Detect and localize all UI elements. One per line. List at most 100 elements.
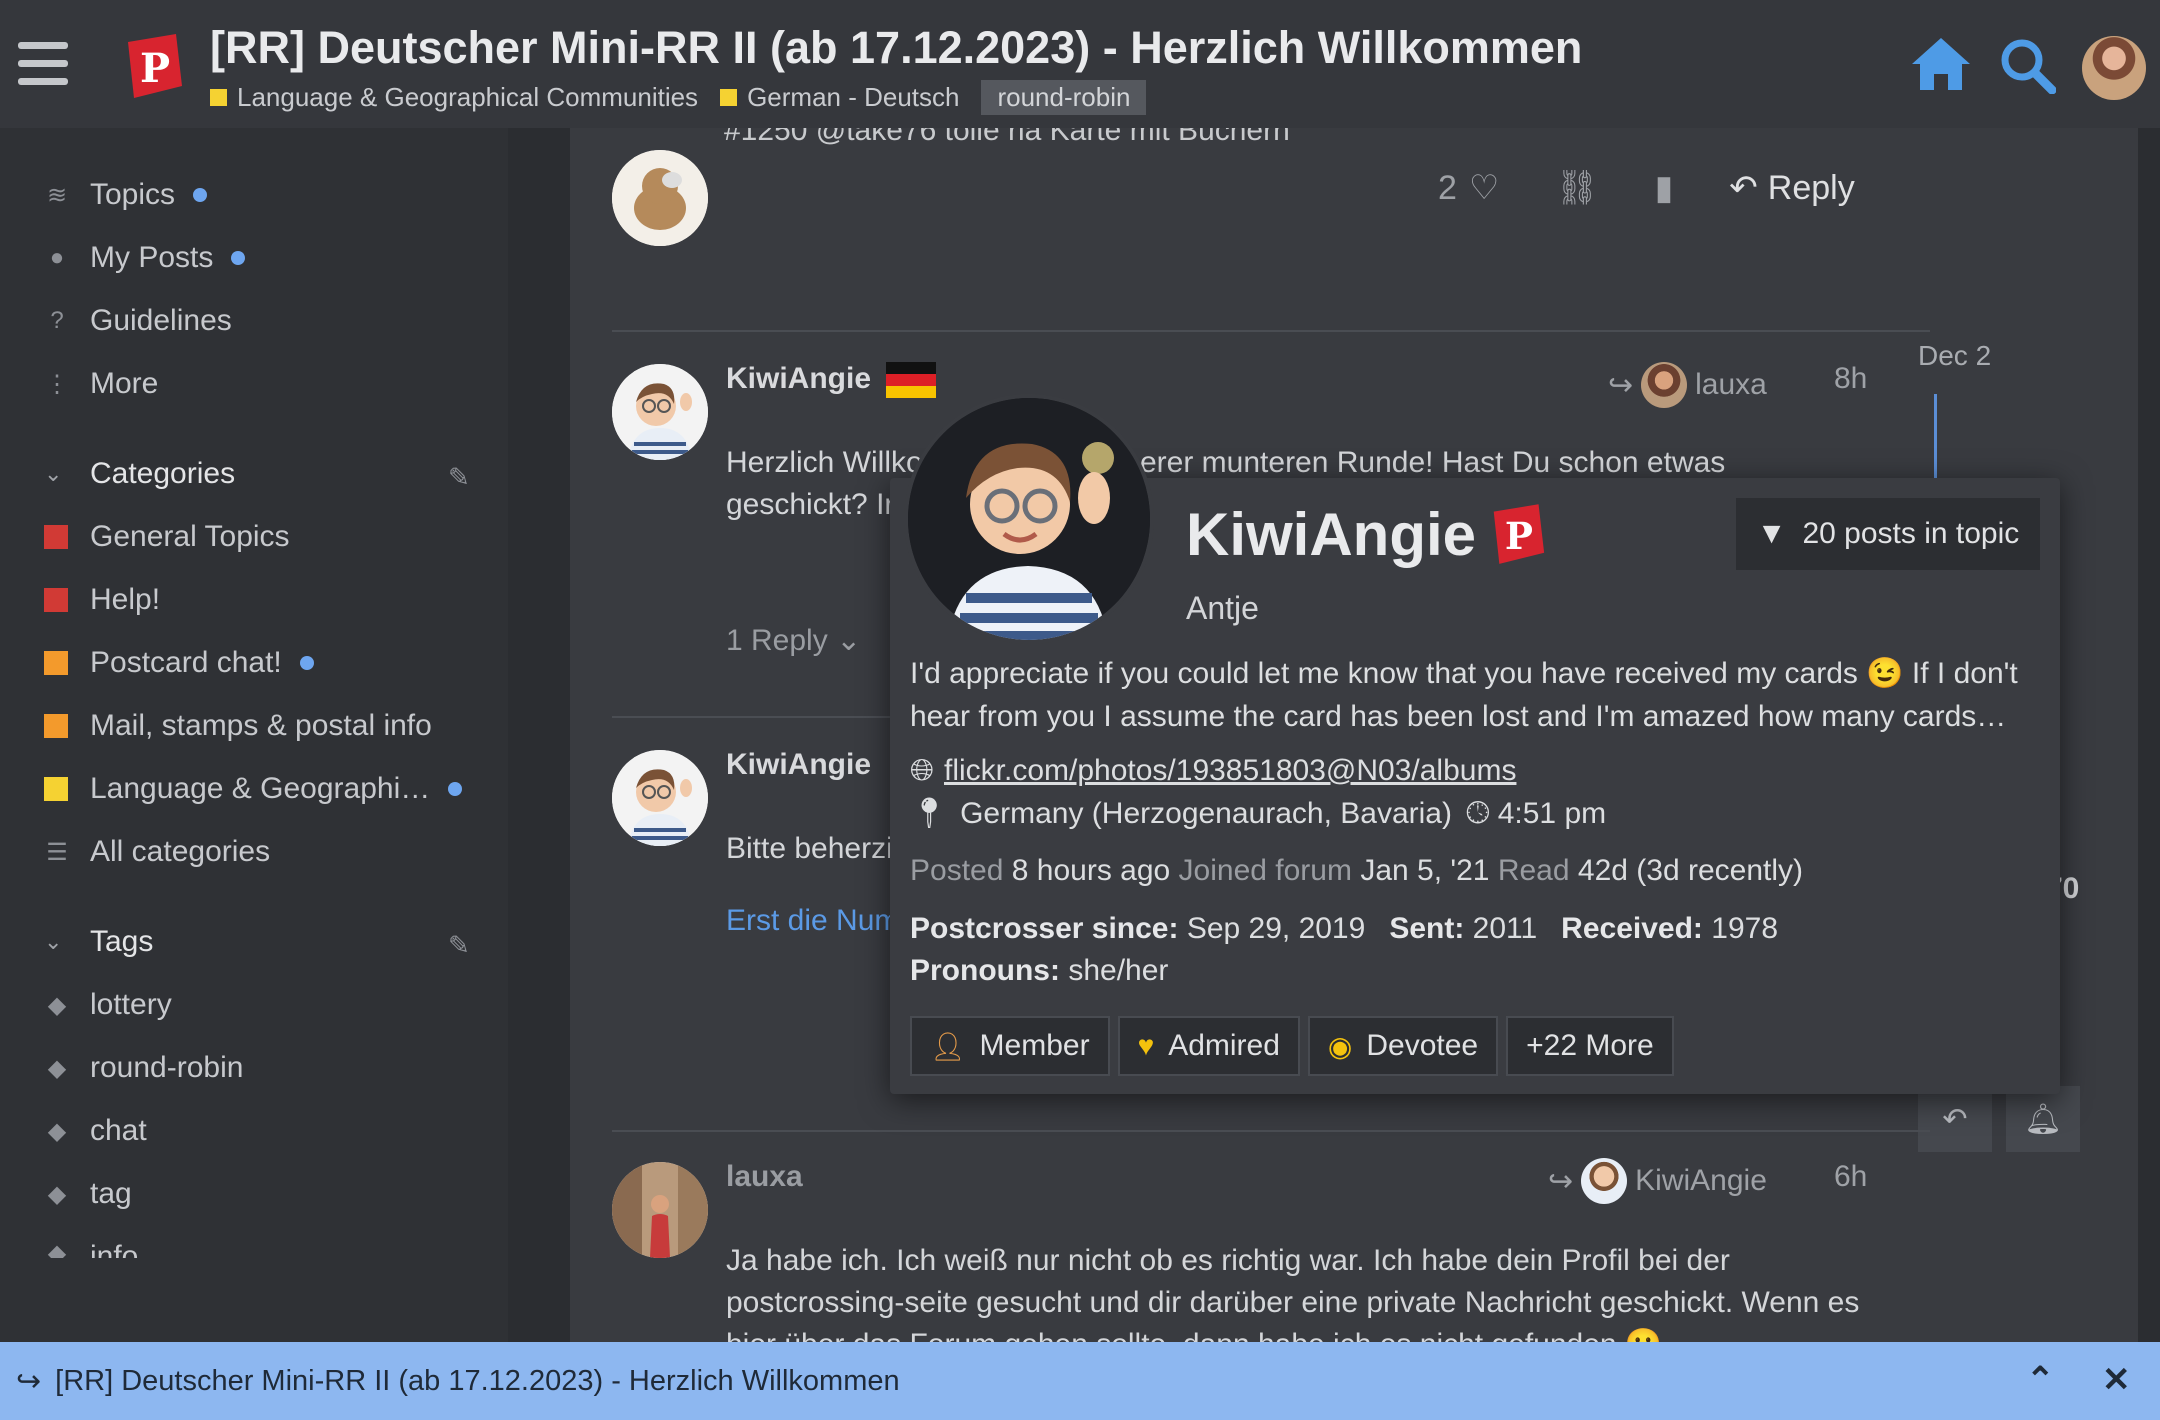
post-divider [612, 1130, 1930, 1132]
reply-arrow-icon: ↶ [1942, 1102, 1968, 1136]
timeline-date[interactable]: Dec 2 [1918, 340, 1991, 372]
section-label: Tags [90, 925, 154, 958]
unread-dot [448, 782, 463, 796]
categories-section-header[interactable]: ⌄ Categories [44, 457, 235, 491]
user-card-website[interactable]: 🌐︎ flickr.com/photos/193851803@N03/album… [910, 754, 1516, 788]
hamburger-menu-icon[interactable] [18, 42, 68, 86]
sidebar-item-guidelines[interactable]: ? Guidelines [44, 304, 231, 338]
heart-icon: ♥ [1137, 1030, 1155, 1061]
tags-section-header[interactable]: ⌄ Tags [44, 925, 153, 959]
link-icon[interactable]: ⛓ [1555, 168, 1598, 208]
search-icon[interactable] [1998, 36, 2056, 94]
reply-arrow-button[interactable]: ↶ [1918, 1086, 1992, 1152]
show-replies-button[interactable]: 1 Reply ⌄ [726, 620, 861, 662]
sidebar-item-language-geographical[interactable]: Language & Geographi… [44, 772, 463, 806]
reply-to-indicator[interactable]: ↪ KiwiAngie [1548, 1158, 1767, 1204]
globe-icon: 🌐︎ [910, 754, 934, 787]
tag-icon: ◆ [47, 1180, 67, 1208]
user-card-avatar[interactable] [908, 398, 1150, 640]
post-text-line3: hier über das Forum gehen sollte, dann h… [726, 1324, 1662, 1342]
close-icon[interactable]: ✕ [2102, 1360, 2131, 1400]
post-link[interactable]: Erst die Num [726, 900, 899, 942]
sidebar-item-general-topics[interactable]: General Topics [44, 520, 290, 554]
post-username[interactable]: lauxa [726, 1160, 803, 1194]
website-link[interactable]: flickr.com/photos/193851803@N03/albums [944, 754, 1516, 788]
posted-label: Posted [910, 854, 1004, 887]
post-username[interactable]: KiwiAngie [726, 748, 871, 782]
sidebar-item-topics[interactable]: ≋ Topics [44, 178, 208, 212]
post-avatar-kiwiangie[interactable] [612, 364, 708, 460]
user-card-bio: I'd appreciate if you could let me know … [910, 652, 2030, 738]
sidebar-item-tag-round-robin[interactable]: ◆ round-robin [44, 1051, 244, 1085]
sidebar-item-tag-chat[interactable]: ◆ chat [44, 1114, 147, 1148]
heart-icon[interactable]: ♡ [1469, 168, 1499, 208]
germany-flag-icon [886, 362, 936, 398]
sidebar-item-tag-tag[interactable]: ◆ tag [44, 1177, 132, 1211]
badge-admired[interactable]: ♥ Admired [1117, 1016, 1300, 1076]
user-card-username[interactable]: KiwiAngie P [1186, 500, 1546, 569]
unread-dot [299, 656, 314, 670]
notification-bell-button[interactable]: 🔔︎ [2006, 1086, 2080, 1152]
sent-label: Sent: [1389, 912, 1465, 945]
badge-more[interactable]: +22 More [1506, 1016, 1674, 1076]
reply-to-indicator[interactable]: ↪ lauxa [1608, 362, 1767, 408]
svg-text:P: P [1505, 514, 1533, 558]
tag-icon: ◆ [47, 991, 67, 1019]
home-icon[interactable] [1910, 36, 1972, 92]
post-avatar-lauxa[interactable] [612, 1162, 708, 1258]
expand-chevron-up-icon[interactable]: ⌃ [2026, 1360, 2055, 1400]
post-text-line1: Ja habe ich. Ich weiß nur nicht ob es ri… [726, 1244, 1730, 1277]
category-color-square [720, 89, 738, 106]
previous-post-avatar[interactable] [612, 150, 708, 246]
sidebar-item-mail-stamps[interactable]: Mail, stamps & postal info [44, 709, 432, 743]
sent-value: 2011 [1472, 912, 1538, 945]
sidebar-item-help[interactable]: Help! [44, 583, 160, 617]
user-card-location-row: 📍︎ Germany (Herzogenaurach, Bavaria) 🕓︎ … [910, 796, 1606, 831]
share-arrow-icon: ↪ [16, 1364, 42, 1398]
breadcrumb-category[interactable]: Language & Geographical Communities [210, 82, 698, 113]
sidebar-item-label: tag [90, 1177, 132, 1210]
user-card-stats-row: Postcrosser since: Sep 29, 2019 Sent: 20… [910, 912, 1778, 946]
sidebar-item-label: General Topics [90, 520, 290, 553]
bookmark-icon[interactable]: ▮ [1655, 168, 1674, 208]
badge-member[interactable]: 👤︎ Member [910, 1016, 1110, 1076]
breadcrumb-subcategory[interactable]: German - Deutsch [720, 82, 959, 113]
post-text: Bitte beherzi [726, 832, 893, 865]
sidebar-item-postcard-chat[interactable]: Postcard chat! [44, 646, 314, 680]
post-avatar-kiwiangie[interactable] [612, 750, 708, 846]
category-color-square [44, 651, 68, 675]
topic-title[interactable]: [RR] Deutscher Mini-RR II (ab 17.12.2023… [210, 22, 1582, 74]
sidebar-item-tag-lottery[interactable]: ◆ lottery [44, 988, 172, 1022]
post-time[interactable]: 6h [1834, 1160, 1867, 1194]
reply-draft-bar[interactable]: ↪ [RR] Deutscher Mini-RR II (ab 17.12.20… [0, 1342, 2160, 1420]
badge-devotee[interactable]: ◉ Devotee [1307, 1016, 1499, 1076]
previous-post-cut-text: #1250 @take76 tolle ria Karte mit Bücher… [724, 128, 1290, 147]
reply-arrow-icon[interactable]: ↶ [1729, 168, 1758, 208]
sidebar-item-tag-partial[interactable]: ◆ info [44, 1240, 139, 1258]
sidebar-item-label: Postcard chat! [90, 646, 282, 679]
topic-tag[interactable]: round-robin [981, 80, 1147, 115]
sidebar: ≋ Topics ● My Posts ? Guidelines ⋮ More ⌄ Cat… [0, 128, 508, 1420]
category-color-square [44, 588, 68, 612]
tag-icon: ◆ [47, 1240, 67, 1258]
question-icon: ? [50, 307, 64, 334]
filter-posts-button[interactable]: ▼ 20 posts in topic [1736, 498, 2040, 570]
sidebar-item-more[interactable]: ⋮ More [44, 367, 158, 401]
layers-icon: ≋ [46, 181, 68, 209]
edit-categories-pencil-icon[interactable]: ✎ [448, 462, 470, 493]
reply-button[interactable]: Reply [1768, 169, 1855, 208]
like-count: 2 [1438, 168, 1457, 207]
sidebar-item-all-categories[interactable]: ☰ All categories [44, 835, 270, 869]
unread-dot [193, 188, 208, 202]
post-time[interactable]: 8h [1834, 362, 1867, 396]
edit-tags-pencil-icon[interactable]: ✎ [448, 930, 470, 961]
read-label: Read [1497, 854, 1570, 887]
pronouns-value: she/her [1068, 954, 1169, 987]
eye-icon: ◉ [1327, 1030, 1353, 1062]
sidebar-item-my-posts[interactable]: ● My Posts [44, 241, 246, 275]
post-username[interactable]: KiwiAngie [726, 362, 871, 396]
vertical-dots-icon: ⋮ [45, 370, 69, 398]
section-label: Categories [90, 457, 236, 490]
current-user-avatar[interactable] [2082, 36, 2146, 100]
site-logo[interactable]: P [124, 34, 184, 100]
